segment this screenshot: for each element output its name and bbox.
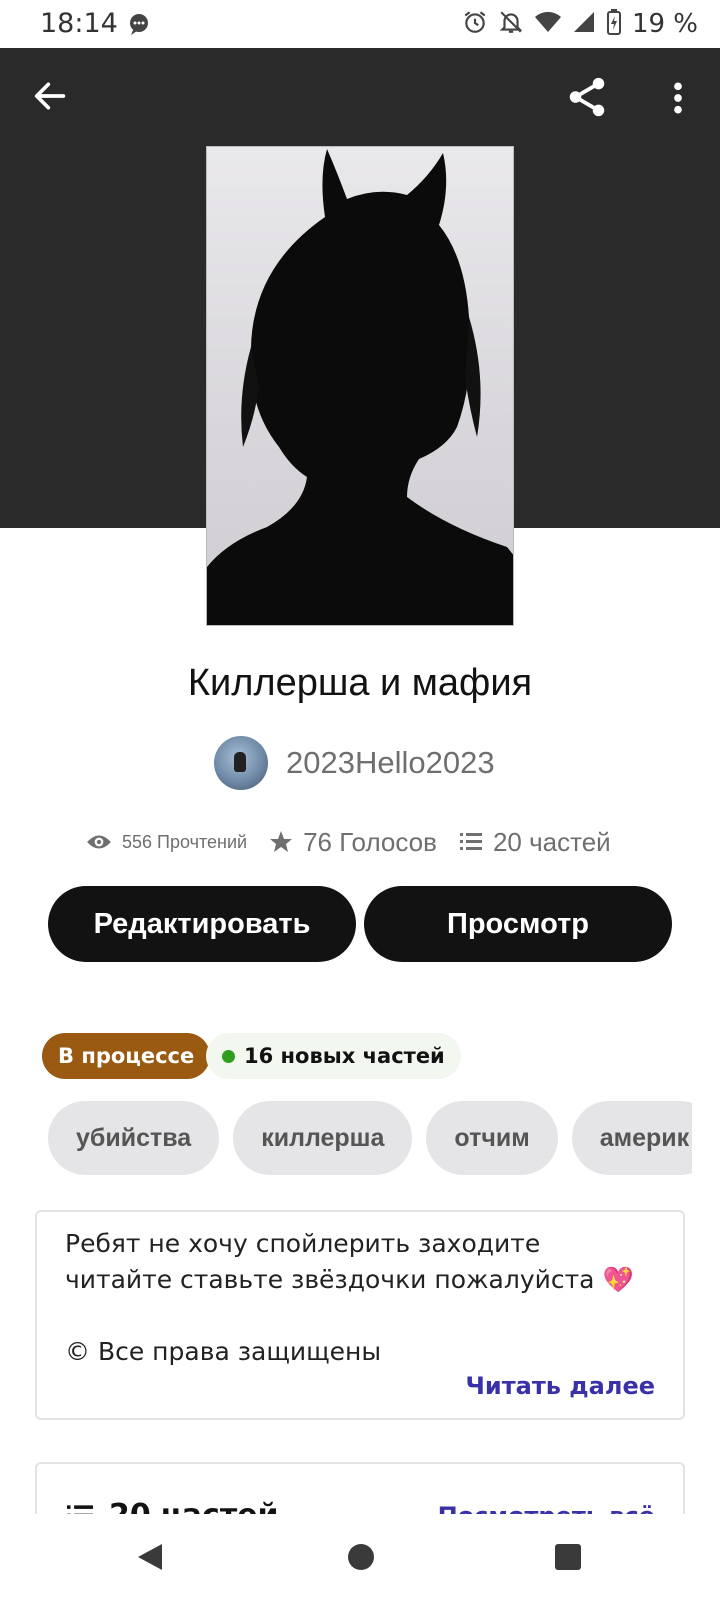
parts-card: 20 частей Посмотреть всё xyxy=(35,1462,685,1514)
parts-title: 20 частей xyxy=(109,1498,279,1514)
nav-home-button[interactable] xyxy=(348,1544,374,1570)
nav-back-button[interactable] xyxy=(136,1542,164,1577)
triangle-back-icon xyxy=(138,1544,162,1570)
see-all-link[interactable]: Посмотреть всё xyxy=(438,1502,655,1514)
nav-recents-button[interactable] xyxy=(555,1544,581,1570)
parts-heading: 20 частей xyxy=(65,1498,279,1514)
list-icon xyxy=(67,1504,93,1514)
parts-clip: 20 частей Посмотреть всё xyxy=(0,0,720,1514)
